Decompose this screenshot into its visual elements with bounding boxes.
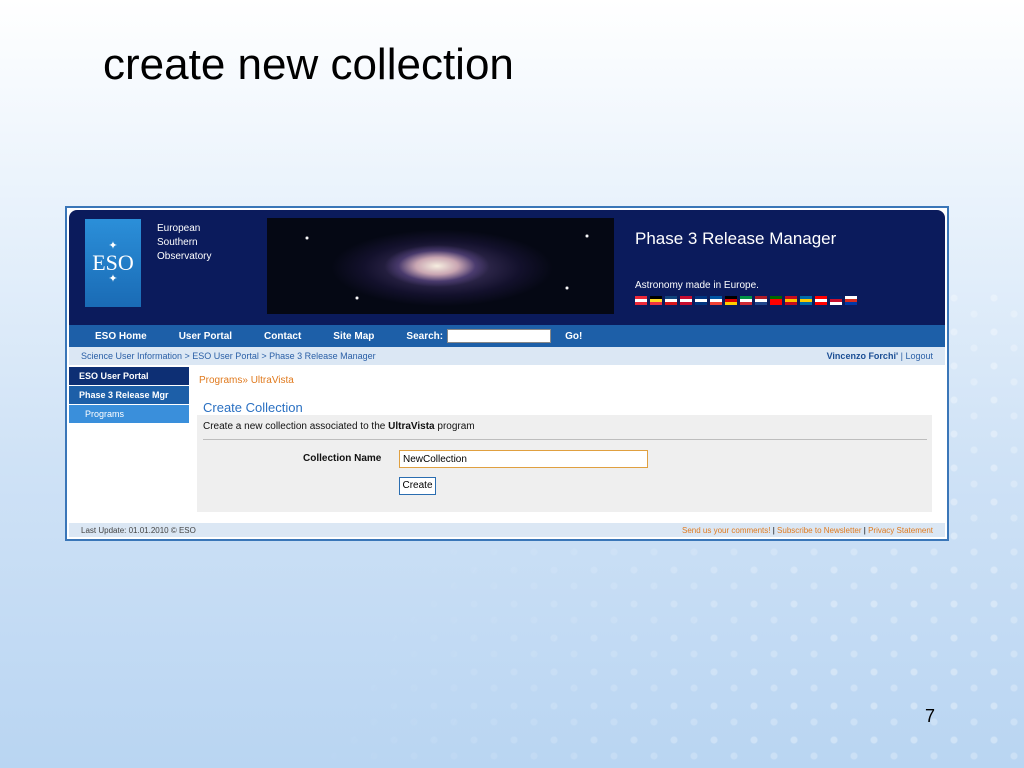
- last-update: Last Update: 01.01.2010 © ESO: [81, 525, 196, 535]
- page-number: 7: [925, 706, 936, 726]
- search-input[interactable]: [447, 329, 552, 343]
- user-info: Vincenzo Forchi' | Logout: [827, 351, 933, 361]
- slide-title: create new collection: [103, 40, 514, 89]
- crumb-separator: »: [242, 375, 248, 386]
- page-breadcrumb: Programs» UltraVista: [199, 375, 937, 386]
- breadcrumb: Science User Information > ESO User Port…: [69, 347, 945, 365]
- galaxy-image: [267, 218, 614, 314]
- footer-privacy-link[interactable]: Privacy Statement: [868, 526, 933, 535]
- flag-icon[interactable]: [740, 296, 752, 305]
- footer-comments-link[interactable]: Send us your comments!: [682, 526, 770, 535]
- nav-user-portal[interactable]: User Portal: [179, 331, 232, 342]
- flag-icon[interactable]: [650, 296, 662, 305]
- desc-program: UltraVista: [388, 421, 435, 432]
- tagline: Astronomy made in Europe.: [635, 280, 759, 291]
- flag-icon[interactable]: [815, 296, 827, 305]
- footer: Last Update: 01.01.2010 © ESO Send us yo…: [69, 523, 945, 537]
- main-content: Programs» UltraVista Create Collection C…: [197, 367, 937, 512]
- separator: |: [772, 525, 775, 535]
- divider: [203, 439, 927, 440]
- flag-icon[interactable]: [725, 296, 737, 305]
- desc-suffix: program: [434, 421, 475, 432]
- flag-icon[interactable]: [695, 296, 707, 305]
- nav-contact[interactable]: Contact: [264, 331, 301, 342]
- language-flags: [635, 296, 857, 305]
- org-name-line: Observatory: [157, 251, 212, 262]
- flag-icon[interactable]: [710, 296, 722, 305]
- logout-link[interactable]: Logout: [905, 351, 933, 361]
- header-banner: ✦ ESO ✦ European Southern Observatory Ph…: [69, 210, 945, 325]
- collection-name-label: Collection Name: [303, 453, 382, 464]
- user-name[interactable]: Vincenzo Forchi': [827, 351, 899, 361]
- create-collection-panel: Create a new collection associated to th…: [197, 415, 932, 512]
- flag-icon[interactable]: [770, 296, 782, 305]
- flag-icon[interactable]: [665, 296, 677, 305]
- org-name-line: Southern: [157, 237, 198, 248]
- flag-icon[interactable]: [845, 296, 857, 305]
- top-nav: ESO Home User Portal Contact Site Map Se…: [69, 325, 945, 347]
- crumb-current[interactable]: UltraVista: [251, 375, 294, 386]
- app-title: Phase 3 Release Manager: [635, 229, 837, 248]
- star-icon: ✦: [108, 273, 118, 285]
- org-name: European Southern Observatory: [157, 222, 211, 264]
- sidebar: ESO User Portal Phase 3 Release Mgr Prog…: [69, 367, 189, 424]
- org-name-line: European: [157, 223, 201, 234]
- footer-newsletter-link[interactable]: Subscribe to Newsletter: [777, 526, 861, 535]
- eso-logo[interactable]: ✦ ESO ✦: [85, 219, 141, 307]
- separator: |: [900, 351, 903, 361]
- eso-portal-screenshot: ✦ ESO ✦ European Southern Observatory Ph…: [65, 206, 949, 541]
- crumb-programs[interactable]: Programs: [199, 375, 242, 386]
- desc-prefix: Create a new collection associated to th…: [203, 421, 389, 432]
- panel-description: Create a new collection associated to th…: [203, 421, 475, 432]
- separator: |: [863, 525, 866, 535]
- nav-site-map[interactable]: Site Map: [333, 331, 374, 342]
- sidebar-item-user-portal[interactable]: ESO User Portal: [69, 367, 189, 385]
- go-button[interactable]: Go!: [565, 331, 582, 342]
- nav-eso-home[interactable]: ESO Home: [95, 331, 147, 342]
- panel-title: Create Collection: [203, 400, 303, 415]
- flag-icon[interactable]: [830, 296, 842, 305]
- flag-icon[interactable]: [800, 296, 812, 305]
- sidebar-item-phase3[interactable]: Phase 3 Release Mgr: [69, 386, 189, 404]
- flag-icon[interactable]: [755, 296, 767, 305]
- flag-icon[interactable]: [785, 296, 797, 305]
- flag-icon[interactable]: [635, 296, 647, 305]
- sidebar-item-programs[interactable]: Programs: [69, 405, 189, 423]
- footer-links: Send us your comments! | Subscribe to Ne…: [682, 526, 933, 535]
- flag-icon[interactable]: [680, 296, 692, 305]
- search-label: Search:: [406, 330, 444, 342]
- create-button[interactable]: Create: [399, 477, 436, 495]
- breadcrumb-path[interactable]: Science User Information > ESO User Port…: [81, 351, 376, 361]
- logo-text: ESO: [92, 250, 134, 275]
- collection-name-input[interactable]: [399, 450, 648, 468]
